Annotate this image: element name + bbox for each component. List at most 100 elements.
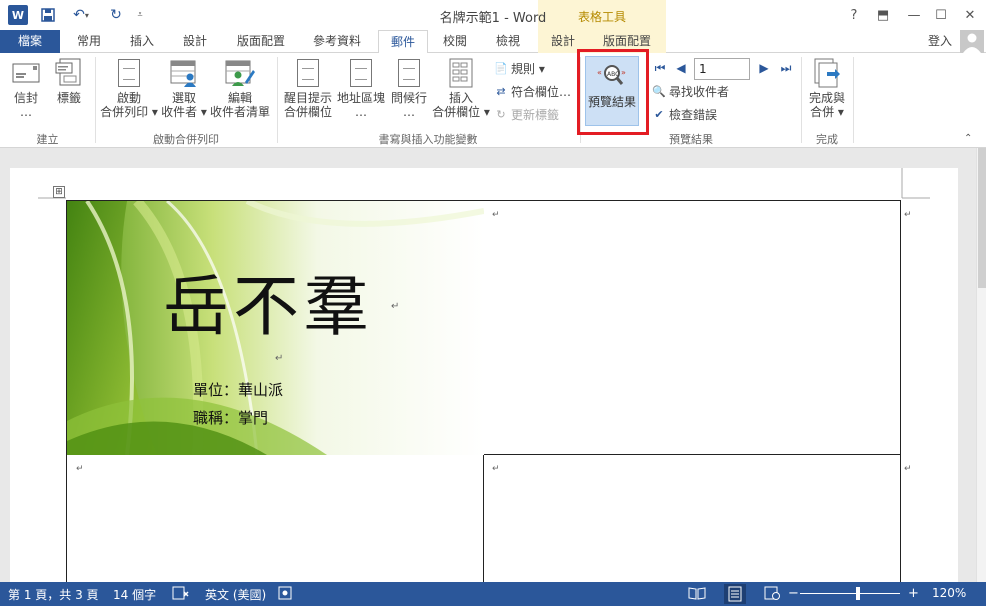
read-mode-icon[interactable]: [688, 586, 706, 603]
first-record-icon[interactable]: ⏮: [652, 60, 668, 76]
match-fields-icon: ⇄: [496, 84, 506, 98]
tab-file[interactable]: 檔案: [0, 30, 60, 53]
document-area[interactable]: ⊞ ↵ ↵ ↵ ↵ ↵ 岳不羣 ↵ ↵ 單位：華山派 職稱：掌門: [0, 148, 976, 582]
greeting-line-button[interactable]: 問候行 …: [386, 57, 432, 119]
table-cell-r2c2[interactable]: [483, 454, 901, 582]
paragraph-mark: ↵: [492, 210, 500, 220]
check-errors-label: 檢查錯誤: [669, 107, 718, 122]
language-status[interactable]: 英文 (美國): [205, 586, 266, 603]
help-button[interactable]: ?: [842, 4, 866, 26]
finish-merge-label: 完成與 合併 ▾: [808, 91, 845, 119]
envelopes-label: 信封 …: [13, 91, 38, 119]
group-separator: [853, 57, 854, 143]
previous-record-icon[interactable]: ◀: [673, 60, 689, 76]
tab-mailings[interactable]: 郵件: [378, 30, 428, 54]
end-of-row-mark: ↵: [904, 464, 912, 474]
insert-merge-field-button[interactable]: 插入 合併欄位 ▾: [432, 57, 490, 119]
zoom-in-button[interactable]: +: [908, 586, 919, 601]
group-start-merge-label: 啟動合併列印: [153, 133, 219, 146]
highlight-fields-icon: [293, 57, 323, 89]
update-labels-button[interactable]: ↻ 更新標籤: [494, 105, 559, 123]
word-count-status[interactable]: 14 個字: [113, 586, 156, 603]
card-unit-line: 單位：華山派: [193, 381, 284, 399]
macro-record-icon[interactable]: [278, 586, 294, 603]
address-block-label: 地址區塊 …: [336, 91, 385, 119]
group-create-label: 建立: [36, 133, 59, 146]
select-recipients-label: 選取 收件者 ▾: [161, 91, 207, 119]
sign-in-link[interactable]: 登入: [928, 32, 952, 49]
status-bar: 第 1 頁，共 3 頁 14 個字 英文 (美國) − + 120%: [0, 582, 986, 606]
match-fields-button[interactable]: ⇄ 符合欄位…: [494, 82, 571, 100]
zoom-out-button[interactable]: −: [788, 586, 799, 601]
paragraph-mark: ↵: [275, 353, 284, 364]
update-labels-icon: ↻: [496, 107, 506, 121]
table-cell-r1c2[interactable]: [483, 200, 901, 455]
vertical-scrollbar[interactable]: [976, 148, 986, 582]
window-title: 名牌示範1 - Word: [439, 11, 547, 26]
ribbon-tab-bar: 檔案 常用 插入 設計 版面配置 參考資料 郵件 校閱 檢視 設計 版面配置 登…: [0, 30, 986, 54]
finish-merge-button[interactable]: 完成與 合併 ▾: [804, 57, 850, 119]
preview-results-highlight: [577, 49, 649, 135]
labels-icon: [54, 57, 84, 89]
update-labels-label: 更新標籤: [511, 107, 560, 122]
tab-references[interactable]: 參考資料: [302, 30, 372, 53]
tab-design[interactable]: 設計: [170, 30, 220, 53]
select-recipients-icon: [169, 57, 199, 89]
insert-merge-field-icon: [446, 57, 476, 89]
rules-label: 規則 ▾: [511, 61, 545, 76]
name-card[interactable]: 岳不羣 ↵ ↵ 單位：華山派 職稱：掌門: [67, 201, 484, 455]
tab-insert[interactable]: 插入: [118, 30, 166, 53]
title-bar: 表格工具 W ↶ ▾ ↻ ⩡ 名牌示範1 - Word ? ⬒ — ☐ ✕: [0, 0, 986, 30]
paragraph-mark: ↵: [492, 464, 500, 474]
print-layout-icon[interactable]: [724, 584, 746, 604]
tab-review[interactable]: 校閱: [432, 30, 478, 53]
find-recipient-label: 尋找收件者: [669, 84, 730, 99]
zoom-slider-thumb[interactable]: [856, 587, 860, 600]
card-name: 岳不羣: [163, 268, 373, 345]
next-record-icon[interactable]: ▶: [756, 60, 772, 76]
find-recipient-icon: 🔍: [652, 84, 666, 98]
card-title-line: 職稱：掌門: [193, 409, 269, 427]
tab-home[interactable]: 常用: [64, 30, 114, 53]
labels-label: 標籤: [56, 91, 81, 105]
scrollbar-thumb[interactable]: [978, 148, 986, 288]
highlight-merge-fields-button[interactable]: 醒目提示 合併欄位: [280, 57, 336, 119]
zoom-level[interactable]: 120%: [932, 586, 966, 600]
edit-recipient-list-icon: [225, 57, 255, 89]
rules-button[interactable]: 📄 規則 ▾: [494, 59, 545, 77]
find-recipient-button[interactable]: 🔍 尋找收件者: [652, 82, 729, 100]
tab-layout[interactable]: 版面配置: [226, 30, 296, 53]
start-merge-icon: [114, 57, 144, 89]
close-button[interactable]: ✕: [958, 4, 982, 26]
greeting-line-icon: [394, 57, 424, 89]
record-number-input[interactable]: [694, 58, 750, 80]
edit-recipient-list-button[interactable]: 編輯 收件者清單: [208, 57, 272, 119]
select-recipients-button[interactable]: 選取 收件者 ▾: [160, 57, 208, 119]
group-write-insert-label: 書寫與插入功能變數: [378, 133, 478, 146]
match-fields-label: 符合欄位…: [511, 84, 572, 99]
page-count-status[interactable]: 第 1 頁，共 3 頁: [8, 586, 99, 603]
minimize-button[interactable]: —: [902, 4, 926, 26]
envelope-icon: [11, 57, 41, 89]
avatar[interactable]: [960, 30, 984, 53]
last-record-icon[interactable]: ⏭: [778, 60, 794, 76]
envelopes-button[interactable]: 信封 …: [6, 57, 46, 119]
ribbon: 信封 … 標籤 建立 啟動 合併列印 ▾ 選取 收件者 ▾ 編輯 收件者清單 啟…: [0, 53, 986, 148]
collapse-ribbon-icon[interactable]: ⌃: [964, 133, 972, 144]
table-move-handle-icon[interactable]: ⊞: [53, 186, 65, 198]
maximize-button[interactable]: ☐: [929, 4, 953, 26]
group-finish-label: 完成: [816, 133, 838, 146]
insert-merge-field-label: 插入 合併欄位 ▾: [432, 91, 490, 119]
address-block-button[interactable]: 地址區塊 …: [336, 57, 386, 119]
rules-icon: 📄: [494, 61, 508, 75]
web-layout-icon[interactable]: [764, 586, 782, 603]
proofing-icon[interactable]: [172, 586, 190, 603]
edit-recipient-list-label: 編輯 收件者清單: [209, 91, 270, 119]
labels-button[interactable]: 標籤: [48, 57, 90, 105]
tab-view[interactable]: 檢視: [484, 30, 532, 53]
zoom-slider[interactable]: [800, 593, 900, 594]
start-mail-merge-button[interactable]: 啟動 合併列印 ▾: [98, 57, 160, 119]
ribbon-display-options-button[interactable]: ⬒: [871, 4, 895, 26]
check-errors-button[interactable]: ✔ 檢查錯誤: [652, 105, 717, 123]
table-cell-r2c1[interactable]: [66, 454, 484, 582]
